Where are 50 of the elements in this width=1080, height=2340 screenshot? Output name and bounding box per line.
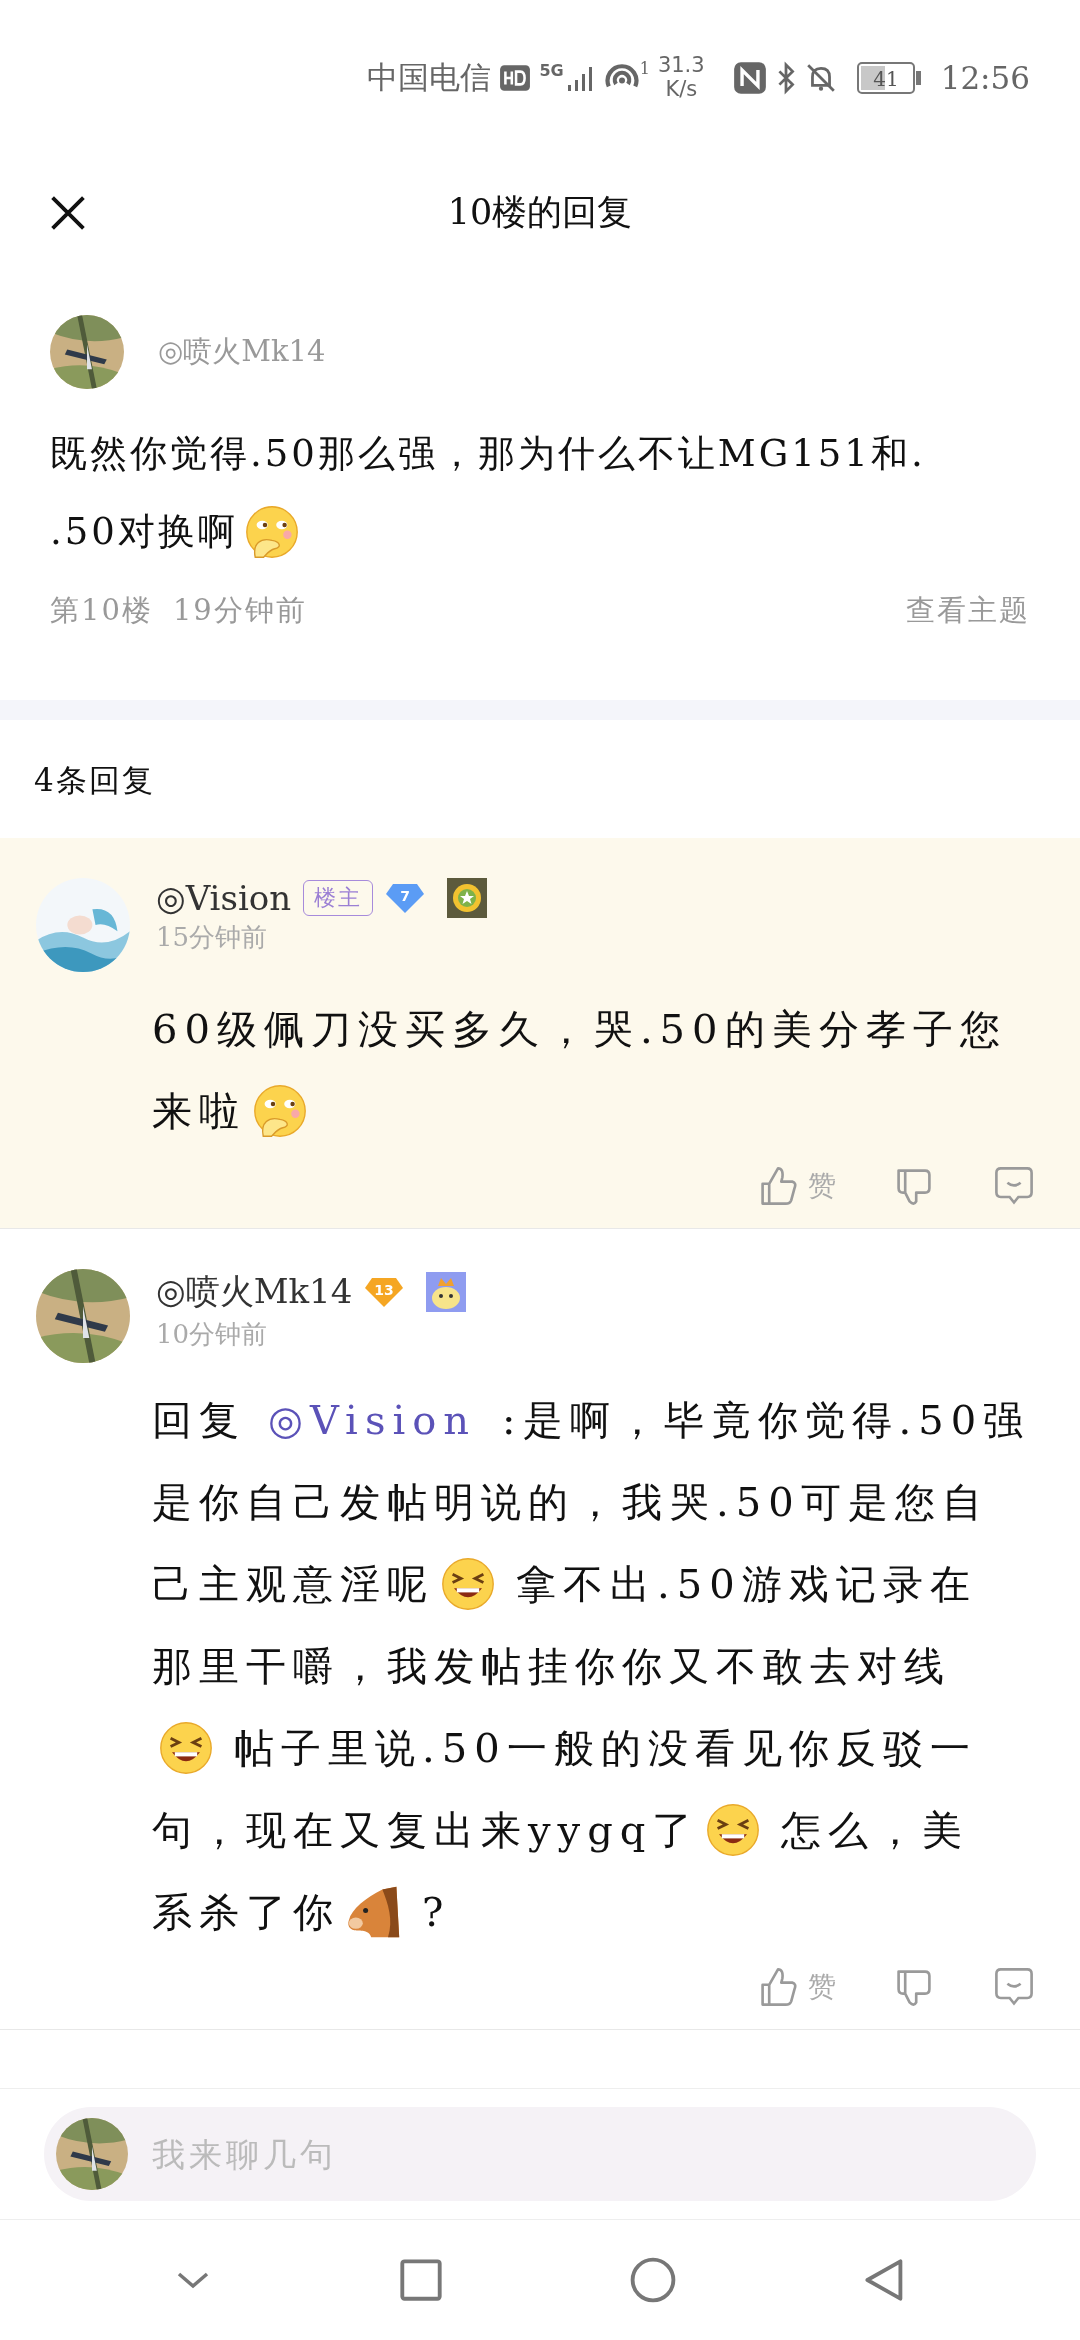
speed-value: 31.3 [657, 54, 705, 78]
comment-input[interactable]: 我来聊几句 [150, 2133, 1036, 2175]
comment-text: 己主观意淫呢 [152, 1560, 434, 1609]
grinning-face-icon [440, 1556, 496, 1612]
comment-text: 既然你觉得.50那么强，那为什么不让MG151和. [50, 431, 926, 477]
face-covering-mouth-icon [252, 1083, 308, 1139]
author-name[interactable]: ◎喷火Mk14 [158, 332, 326, 372]
nfc-icon [732, 60, 767, 95]
reply-time: 15分钟前 [156, 921, 269, 954]
comment-text: 那里干嚼，我发帖挂你你又不敢去对线 [152, 1642, 951, 1691]
comment-text: 来啦 [152, 1087, 246, 1136]
author-name[interactable]: ◎Vision [156, 878, 292, 918]
speed-unit: K/s [665, 77, 698, 101]
comment-text: 回复 [152, 1396, 246, 1445]
horse-head-icon [346, 1884, 402, 1940]
level-badge: 13 [364, 1276, 405, 1308]
clock-time: 12:56 [940, 59, 1030, 96]
mention-link[interactable]: ◎Vision [268, 1379, 477, 1461]
like-button[interactable]: 赞 [756, 1164, 836, 1208]
face-covering-mouth-icon [243, 504, 300, 560]
floor-label: 第10楼 [50, 592, 153, 629]
post-time: 19分钟前 [172, 592, 307, 629]
reply-time: 10分钟前 [156, 1318, 269, 1351]
wifi-count: 1 [639, 59, 650, 78]
level-badge: 7 [385, 882, 426, 914]
grinning-face-icon [705, 1802, 762, 1858]
comment-text: 怎么，美 [781, 1806, 970, 1855]
grinning-face-icon [158, 1720, 214, 1776]
comment-field[interactable]: 我来聊几句 [44, 2107, 1036, 2201]
comment-text: 句，现在又复出来yygq了 [152, 1806, 700, 1855]
op-badge: 楼主 [303, 880, 374, 916]
comment-text: 是你自己发帖明说的，我哭.50可是您自 [152, 1478, 989, 1527]
star-medal-icon [447, 878, 488, 918]
home-icon[interactable] [629, 2256, 677, 2304]
carrier-name: 中国电信 [367, 57, 492, 97]
view-topic-link[interactable]: 查看主题 [906, 591, 1030, 631]
recents-icon[interactable] [399, 2258, 443, 2302]
comment-text: 系杀了你 [152, 1888, 340, 1937]
page-title: 10楼的回复 [447, 191, 633, 234]
comment-text: 60级佩刀没买多久，哭.50的美分孝子您 [152, 1005, 1007, 1054]
crowned-face-icon [426, 1272, 467, 1312]
reply-count: 4条回复 [33, 761, 156, 800]
comment-text: 拿不出.50游戏记录在 [516, 1560, 977, 1609]
comment-text: :是啊，毕竟你觉得.50强 [502, 1396, 1031, 1445]
comment-text: .50对换啊 [50, 509, 238, 555]
author-name[interactable]: ◎喷火Mk14 [156, 1269, 353, 1315]
comment-text: ? [422, 1888, 451, 1937]
comment-text: 帖子里说.50一般的没看见你反驳一 [234, 1724, 977, 1773]
network-label: 5G [539, 61, 564, 80]
like-button[interactable]: 赞 [756, 1965, 836, 2009]
